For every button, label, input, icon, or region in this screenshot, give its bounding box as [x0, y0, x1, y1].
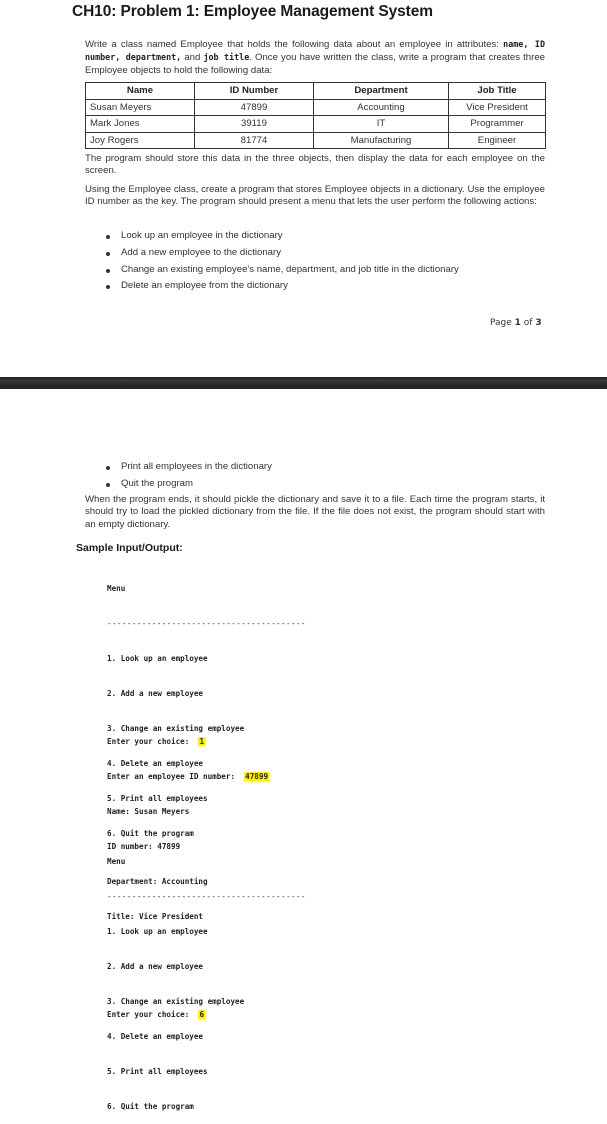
list-item: Print all employees in the dictionary: [106, 459, 272, 476]
menu-item: 2. Add a new employee: [107, 962, 204, 971]
list-item-text: Add a new employee to the dictionary: [121, 246, 281, 258]
choice-line: Enter your choice: 6: [107, 1006, 206, 1023]
id-input-highlighted: 47899: [244, 772, 270, 781]
choice-input-highlighted: 6: [198, 1010, 206, 1019]
header-id-number: ID Number: [194, 82, 314, 100]
page-prefix: Page: [490, 318, 515, 328]
employee-table: Name ID Number Department Job Title Susa…: [85, 82, 546, 149]
header-job-title: Job Title: [448, 82, 546, 100]
cell-id: 47899: [194, 98, 314, 116]
list-item: Change an existing employee's name, depa…: [106, 262, 459, 279]
intro-code-job-title: job title: [203, 52, 250, 63]
menu-title: Menu: [107, 857, 126, 866]
bullet-icon: [106, 285, 110, 290]
bullet-icon: [106, 251, 110, 256]
bullet-icon: [106, 235, 110, 239]
list-item-text: Change an existing employee's name, depa…: [121, 263, 459, 275]
page-separator: [0, 377, 607, 389]
header-name: Name: [85, 82, 195, 100]
list-item-text: Look up an employee in the dictionary: [121, 230, 283, 241]
list-item: Look up an employee in the dictionary: [106, 228, 459, 245]
cell-job-title: Engineer: [448, 131, 546, 149]
page-total: 3: [535, 318, 542, 328]
table-row: Susan Meyers 47899 Accounting Vice Presi…: [85, 98, 546, 116]
cell-name: Mark Jones: [85, 115, 195, 133]
page-number: Page 1 of 3: [490, 318, 542, 328]
list-item: Add a new employee to the dictionary: [106, 245, 459, 262]
menu-item: 5. Print all employees: [107, 1067, 208, 1076]
menu-item: 1. Look up an employee: [107, 654, 208, 663]
intro-paragraph: Write a class named Employee that holds …: [85, 38, 545, 77]
result-line: Name: Susan Meyers: [107, 807, 190, 816]
list-item-text: Print all employees in the dictionary: [121, 461, 272, 472]
table-header-row: Name ID Number Department Job Title: [85, 82, 546, 100]
choice-prompt: Enter your choice:: [107, 1010, 199, 1019]
store-paragraph: The program should store this data in th…: [85, 153, 545, 177]
dictionary-paragraph: Using the Employee class, create a progr…: [85, 184, 545, 208]
sample-menu-2: Menu -----------------------------------…: [107, 835, 306, 1124]
cell-id: 39119: [194, 115, 314, 133]
menu-divider: ----------------------------------------: [107, 892, 306, 901]
list-item: Delete an employee from the dictionary: [106, 278, 459, 295]
sample-heading: Sample Input/Output:: [76, 542, 183, 554]
list-item: Quit the program: [106, 476, 272, 493]
id-prompt: Enter an employee ID number:: [107, 772, 245, 781]
pickle-paragraph: When the program ends, it should pickle …: [85, 494, 545, 530]
menu-item: 1. Look up an employee: [107, 927, 208, 936]
actions-list-page1: Look up an employee in the dictionary Ad…: [106, 228, 459, 295]
bullet-icon: [106, 268, 110, 273]
document-title: CH10: Problem 1: Employee Management Sys…: [72, 3, 433, 20]
table-row: Joy Rogers 81774 Manufacturing Engineer: [85, 131, 546, 149]
list-item-text: Quit the program: [121, 477, 193, 489]
cell-job-title: Programmer: [448, 115, 546, 133]
list-item-text: Delete an employee from the dictionary: [121, 280, 288, 292]
bullet-icon: [106, 482, 110, 487]
bullet-icon: [106, 466, 110, 470]
intro-text-and: and: [181, 52, 204, 64]
intro-text: Write a class named Employee that holds …: [85, 39, 504, 50]
menu-item: 2. Add a new employee: [107, 689, 204, 698]
cell-job-title: Vice President: [448, 98, 546, 116]
cell-department: IT: [313, 115, 449, 133]
menu-divider: ----------------------------------------: [107, 619, 306, 628]
menu-item: 6. Quit the program: [107, 1102, 194, 1111]
menu-title: Menu: [107, 584, 126, 593]
cell-name: Joy Rogers: [85, 131, 195, 149]
cell-department: Manufacturing: [313, 131, 449, 149]
sample-interaction-2: Enter your choice: 6: [107, 988, 206, 1032]
id-line: Enter an employee ID number: 47899: [107, 768, 270, 785]
choice-prompt: Enter your choice:: [107, 737, 199, 746]
table-row: Mark Jones 39119 IT Programmer: [85, 115, 546, 133]
actions-list-page2: Print all employees in the dictionary Qu…: [106, 459, 272, 493]
header-department: Department: [313, 82, 449, 100]
cell-name: Susan Meyers: [85, 98, 195, 116]
choice-line: Enter your choice: 1: [107, 733, 269, 750]
cell-id: 81774: [194, 131, 314, 149]
page-of: of: [520, 318, 536, 328]
choice-input-highlighted: 1: [198, 737, 206, 746]
cell-department: Accounting: [313, 98, 449, 116]
